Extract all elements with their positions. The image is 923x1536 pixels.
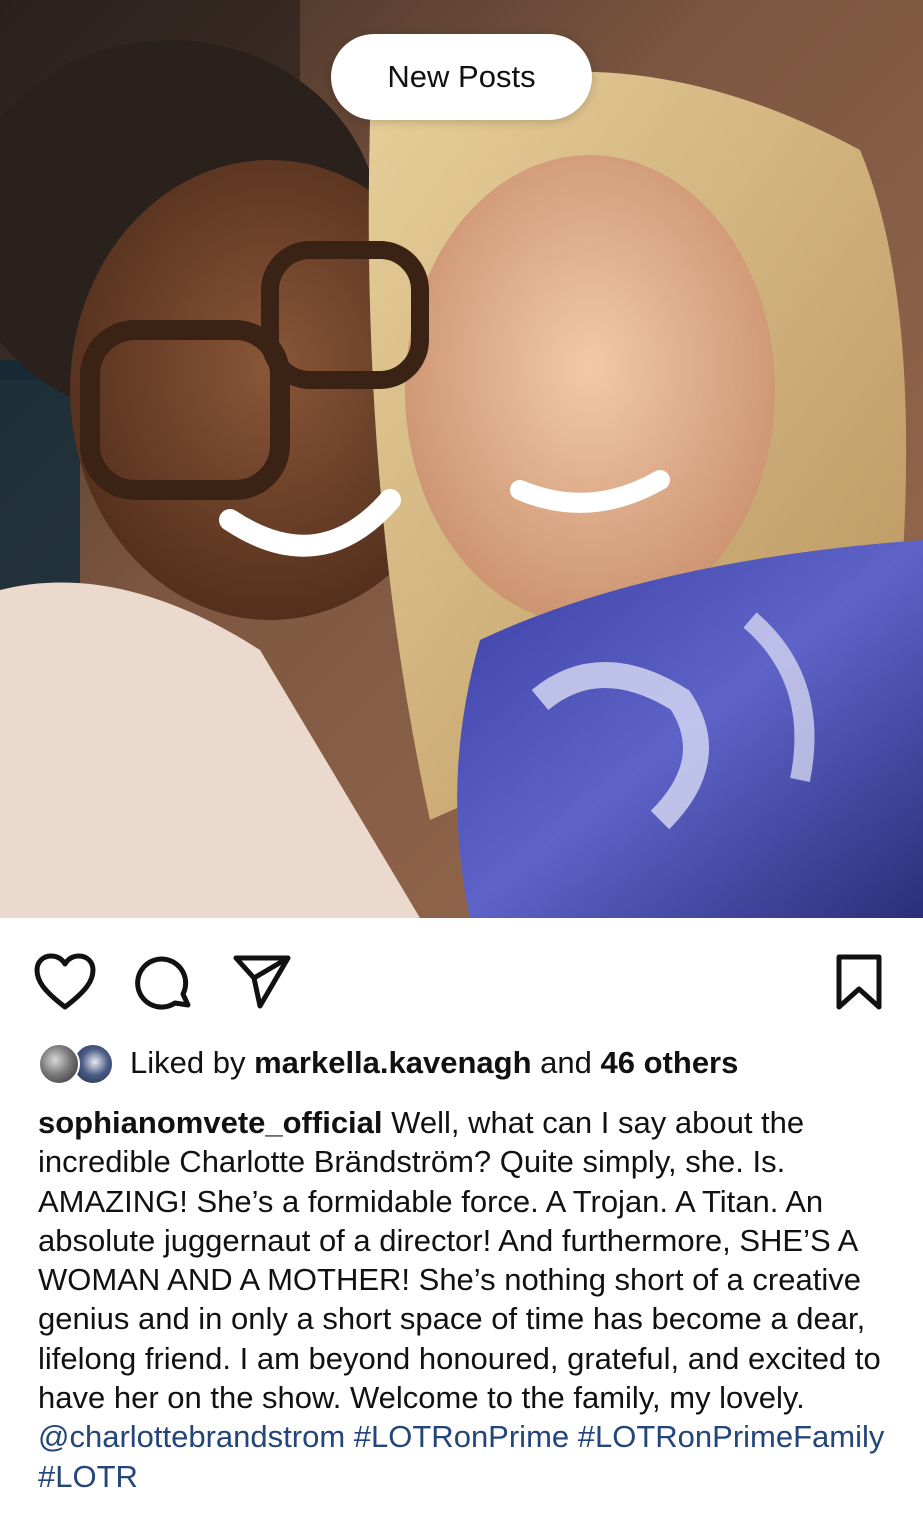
post-photo[interactable] xyxy=(0,0,923,918)
caption-text: Well, what can I say about the incredibl… xyxy=(38,1105,881,1416)
caption-mention[interactable]: @charlottebrandstrom xyxy=(38,1419,345,1454)
liker-avatars xyxy=(38,1041,116,1085)
caption-hashtag[interactable]: #LOTRonPrime xyxy=(354,1419,569,1454)
likes-summary[interactable]: Liked by markella.kavenagh and 46 others xyxy=(38,1040,738,1086)
likes-user-link[interactable]: markella.kavenagh xyxy=(254,1045,531,1080)
heart-icon[interactable] xyxy=(34,953,96,1011)
likes-text: Liked by markella.kavenagh and 46 others xyxy=(130,1041,738,1085)
likes-prefix: Liked by xyxy=(130,1045,246,1080)
likes-others-link[interactable]: 46 others xyxy=(601,1045,739,1080)
caption-hashtag[interactable]: #LOTRonPrimeFamily xyxy=(578,1419,885,1454)
post-caption: sophianomvete_official Well, what can I … xyxy=(38,1103,888,1496)
new-posts-button[interactable]: New Posts xyxy=(331,34,592,120)
likes-middle: and xyxy=(540,1045,592,1080)
post-actions-bar xyxy=(0,918,923,1040)
bookmark-icon[interactable] xyxy=(835,953,883,1011)
caption-username[interactable]: sophianomvete_official xyxy=(38,1105,383,1140)
paper-plane-icon[interactable] xyxy=(232,954,292,1010)
comment-icon[interactable] xyxy=(135,954,193,1012)
caption-hashtag[interactable]: #LOTR xyxy=(38,1459,138,1494)
avatar xyxy=(38,1043,80,1085)
